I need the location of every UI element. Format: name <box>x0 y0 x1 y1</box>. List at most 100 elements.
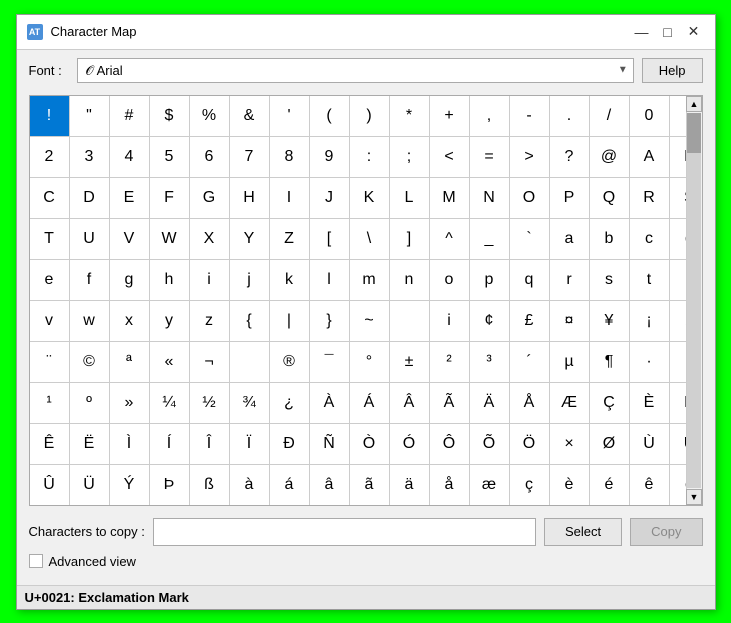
font-select[interactable]: 𝒪 Arial <box>77 58 634 83</box>
char-cell[interactable]: 5 <box>150 137 190 177</box>
char-cell[interactable]: 3 <box>70 137 110 177</box>
char-cell[interactable]: ² <box>430 342 470 382</box>
char-cell[interactable]: Û <box>30 465 70 505</box>
char-cell[interactable]: Í <box>150 424 190 464</box>
char-cell[interactable]: Ò <box>350 424 390 464</box>
char-cell[interactable]: Ø <box>590 424 630 464</box>
char-cell[interactable]: 7 <box>230 137 270 177</box>
char-cell[interactable]: À <box>310 383 350 423</box>
char-cell[interactable]: 9 <box>310 137 350 177</box>
scroll-up-button[interactable]: ▲ <box>686 96 702 112</box>
char-cell[interactable]: A <box>630 137 670 177</box>
char-cell[interactable]: ~ <box>350 301 390 341</box>
char-cell[interactable]: h <box>150 260 190 300</box>
char-cell[interactable]: 0 <box>630 96 670 136</box>
char-cell[interactable]: Þ <box>150 465 190 505</box>
char-cell[interactable]: Á <box>350 383 390 423</box>
char-cell[interactable]: ] <box>390 219 430 259</box>
char-cell[interactable]: M <box>430 178 470 218</box>
char-cell[interactable]: ^ <box>430 219 470 259</box>
char-cell[interactable]: ¤ <box>550 301 590 341</box>
char-cell[interactable]: Ã <box>430 383 470 423</box>
char-cell[interactable]: S <box>670 178 686 218</box>
char-cell[interactable]: Ì <box>110 424 150 464</box>
char-cell[interactable]: ª <box>110 342 150 382</box>
char-cell[interactable]: É <box>670 383 686 423</box>
char-cell[interactable]: - <box>510 96 550 136</box>
close-button[interactable]: ✕ <box>683 21 705 43</box>
char-cell[interactable]: ¼ <box>150 383 190 423</box>
char-cell[interactable]: q <box>510 260 550 300</box>
char-cell[interactable]: Ú <box>670 424 686 464</box>
char-cell[interactable]: Ý <box>110 465 150 505</box>
char-cell[interactable]: ¹ <box>30 383 70 423</box>
char-cell[interactable]: Ä <box>470 383 510 423</box>
char-cell[interactable]: I <box>270 178 310 218</box>
char-cell[interactable]: æ <box>470 465 510 505</box>
char-cell[interactable]: f <box>70 260 110 300</box>
char-cell[interactable]: r <box>550 260 590 300</box>
char-cell[interactable]: Z <box>270 219 310 259</box>
char-cell[interactable]: H <box>230 178 270 218</box>
char-cell[interactable]: Ï <box>230 424 270 464</box>
char-cell[interactable]: F <box>150 178 190 218</box>
char-cell[interactable]: l <box>310 260 350 300</box>
char-cell[interactable]: & <box>230 96 270 136</box>
char-cell[interactable]: ¥ <box>590 301 630 341</box>
char-cell[interactable]: x <box>110 301 150 341</box>
char-cell[interactable]: Õ <box>470 424 510 464</box>
char-cell[interactable]: ß <box>190 465 230 505</box>
char-cell[interactable]: ¿ <box>270 383 310 423</box>
char-cell[interactable]: ç <box>510 465 550 505</box>
scroll-down-button[interactable]: ▼ <box>686 489 702 505</box>
char-cell[interactable]: ­ <box>230 342 270 382</box>
char-cell[interactable]: ë <box>670 465 686 505</box>
char-cell[interactable]: } <box>310 301 350 341</box>
char-cell[interactable]: b <box>590 219 630 259</box>
char-cell[interactable]: ¨ <box>30 342 70 382</box>
char-cell[interactable]: G <box>190 178 230 218</box>
char-cell[interactable]: ³ <box>470 342 510 382</box>
char-cell[interactable]: § <box>670 301 686 341</box>
char-cell[interactable]: 1 <box>670 96 686 136</box>
char-cell[interactable]: Ö <box>510 424 550 464</box>
char-cell[interactable]: ä <box>390 465 430 505</box>
char-cell[interactable]: m <box>350 260 390 300</box>
char-cell[interactable]: Æ <box>550 383 590 423</box>
char-cell[interactable]: ! <box>30 96 70 136</box>
char-cell[interactable]: â <box>310 465 350 505</box>
char-cell[interactable]: , <box>470 96 510 136</box>
char-cell[interactable]: s <box>590 260 630 300</box>
char-cell[interactable]: Ê <box>30 424 70 464</box>
char-cell[interactable]: D <box>70 178 110 218</box>
minimize-button[interactable]: — <box>631 21 653 43</box>
char-cell[interactable]: % <box>190 96 230 136</box>
char-cell[interactable]: O <box>510 178 550 218</box>
char-cell[interactable]: º <box>70 383 110 423</box>
char-cell[interactable]: t <box>630 260 670 300</box>
char-cell[interactable]: Â <box>390 383 430 423</box>
char-cell[interactable]: ) <box>350 96 390 136</box>
char-cell[interactable]: à <box>230 465 270 505</box>
char-cell[interactable]: # <box>110 96 150 136</box>
help-button[interactable]: Help <box>642 58 703 83</box>
char-cell[interactable]: ' <box>270 96 310 136</box>
char-cell[interactable]: R <box>630 178 670 218</box>
char-cell[interactable]: ; <box>390 137 430 177</box>
char-cell[interactable]: X <box>190 219 230 259</box>
char-cell[interactable]: P <box>550 178 590 218</box>
char-cell[interactable]: ? <box>550 137 590 177</box>
char-cell[interactable]: á <box>270 465 310 505</box>
char-cell[interactable]: Y <box>230 219 270 259</box>
char-cell[interactable]: U <box>70 219 110 259</box>
char-cell[interactable]: ´ <box>510 342 550 382</box>
char-cell[interactable]: 6 <box>190 137 230 177</box>
char-cell[interactable]: · <box>630 342 670 382</box>
char-cell[interactable]: u <box>670 260 686 300</box>
char-cell[interactable]: Î <box>190 424 230 464</box>
char-cell[interactable]: v <box>30 301 70 341</box>
char-cell[interactable]: Ç <box>590 383 630 423</box>
char-cell[interactable]: ® <box>270 342 310 382</box>
char-cell[interactable]: » <box>110 383 150 423</box>
char-cell[interactable]: j <box>230 260 270 300</box>
